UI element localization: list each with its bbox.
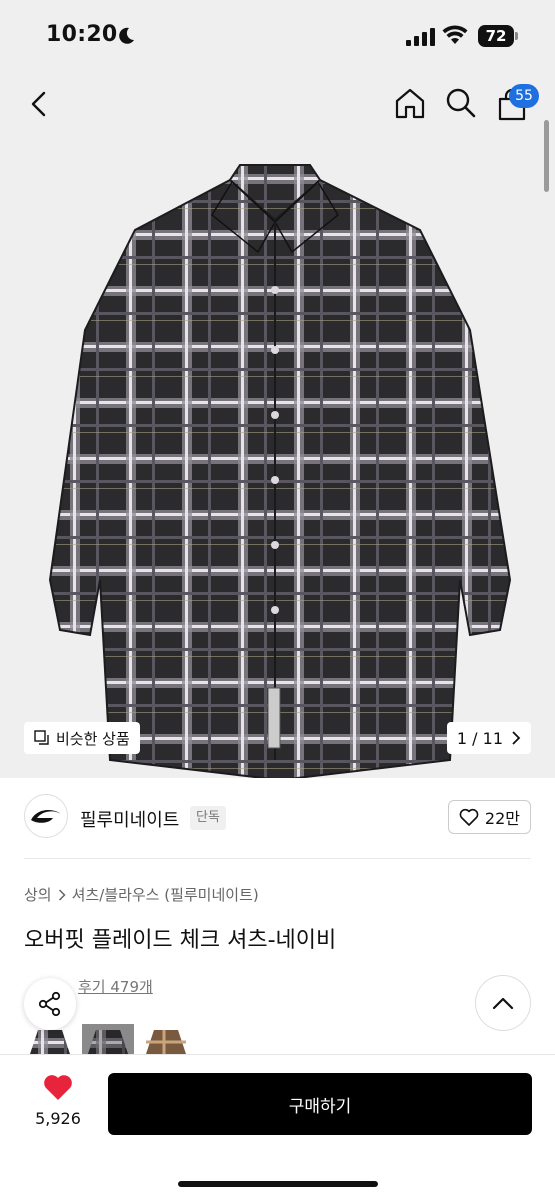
swatch-option[interactable] bbox=[140, 1024, 192, 1054]
similar-products-label: 비슷한 상품 bbox=[56, 729, 130, 748]
similar-icon bbox=[34, 730, 49, 745]
brand-row[interactable]: 필루미네이트 단독 22만 bbox=[24, 790, 531, 846]
wishlist-button[interactable]: 5,926 bbox=[28, 1073, 88, 1128]
gallery-page-indicator[interactable]: 1 / 11 bbox=[446, 722, 531, 754]
product-gallery[interactable]: 55 비슷한 상품 1 / 11 bbox=[0, 70, 555, 778]
brand-like-count: 22만 bbox=[484, 809, 520, 828]
home-indicator[interactable] bbox=[178, 1181, 378, 1187]
exclusive-badge: 단독 bbox=[190, 806, 226, 830]
chevron-right-icon bbox=[58, 888, 66, 901]
back-icon[interactable] bbox=[24, 88, 56, 120]
battery-icon: 72 bbox=[478, 25, 518, 47]
swatch-option[interactable] bbox=[82, 1024, 134, 1054]
page-indicator-text: 1 / 11 bbox=[456, 728, 503, 748]
moon-icon bbox=[119, 27, 134, 44]
wishlist-count: 5,926 bbox=[35, 1109, 81, 1128]
cart-count-badge: 55 bbox=[509, 84, 539, 108]
breadcrumb: 상의 셔츠/블라우스 (필루미네이트) bbox=[24, 884, 259, 905]
share-button[interactable] bbox=[24, 978, 76, 1030]
brand-logo-mark bbox=[31, 810, 61, 823]
heart-outline-icon bbox=[459, 808, 479, 826]
buy-button[interactable]: 구매하기 bbox=[108, 1073, 532, 1135]
review-link[interactable]: 후기 479개 bbox=[78, 976, 153, 997]
search-icon[interactable] bbox=[444, 86, 478, 120]
status-time: 10:20 bbox=[46, 22, 118, 47]
chevron-right-icon bbox=[512, 731, 521, 745]
similar-products-button[interactable]: 비슷한 상품 bbox=[24, 722, 140, 754]
brand-like-button[interactable]: 22만 bbox=[447, 800, 531, 834]
home-icon[interactable] bbox=[393, 86, 427, 120]
share-icon bbox=[38, 991, 61, 1017]
product-title: 오버핏 플레이드 체크 셔츠-네이비 bbox=[24, 928, 337, 953]
signal-icon bbox=[406, 28, 435, 46]
wifi-icon bbox=[442, 25, 468, 44]
divider bbox=[24, 858, 531, 859]
heart-filled-icon bbox=[44, 1075, 72, 1100]
scroll-top-button[interactable] bbox=[475, 975, 531, 1031]
status-bar: 10:20 72 bbox=[0, 0, 555, 70]
product-image bbox=[48, 164, 512, 778]
battery-level: 72 bbox=[478, 25, 514, 47]
breadcrumb-item-category[interactable]: 상의 bbox=[24, 884, 52, 905]
breadcrumb-item-subcategory[interactable]: 셔츠/블라우스 (필루미네이트) bbox=[72, 884, 259, 905]
brand-logo[interactable] bbox=[24, 794, 68, 838]
brand-name[interactable]: 필루미네이트 bbox=[80, 806, 179, 832]
chevron-up-icon bbox=[492, 997, 514, 1010]
bottom-action-bar: 5,926 구매하기 bbox=[0, 1054, 555, 1200]
